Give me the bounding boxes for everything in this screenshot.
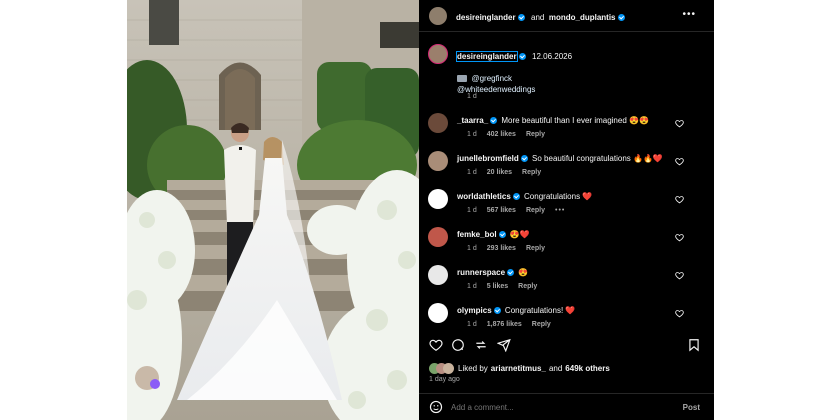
repost-icon[interactable] <box>474 338 488 352</box>
liker-avatars <box>429 362 455 374</box>
comment-avatar[interactable] <box>428 113 448 133</box>
comment-reply-button[interactable]: Reply <box>526 131 545 138</box>
verified-icon <box>518 53 526 60</box>
comment-username[interactable]: femke_bol <box>457 230 497 239</box>
comment-likes[interactable]: 20 likes <box>487 169 512 176</box>
verified-icon <box>493 307 501 314</box>
liked-by-row: Liked by ariarnetitmus_ and 649k others <box>429 362 610 374</box>
comment-username[interactable]: olympics <box>457 306 492 315</box>
post-time-ago: 1 day ago <box>429 376 460 383</box>
caption-avatar[interactable] <box>428 44 448 64</box>
comment-time: 1 d <box>467 207 477 214</box>
comment-like-heart-icon[interactable] <box>675 157 684 166</box>
comment-likes[interactable]: 402 likes <box>487 131 516 138</box>
liked-by-mid: and <box>548 363 563 373</box>
like-heart-icon[interactable] <box>429 338 443 352</box>
wedding-photo <box>127 0 419 420</box>
comment-likes[interactable]: 293 likes <box>487 245 516 252</box>
comment-avatar[interactable] <box>428 303 448 323</box>
comment-time: 1 d <box>467 169 477 176</box>
comment-bubble-icon[interactable] <box>451 338 465 352</box>
comment-text: 😍❤️ <box>509 230 530 239</box>
comment-text: More beautiful than I ever imagined 😍😍 <box>501 116 649 125</box>
share-send-icon[interactable] <box>497 338 511 352</box>
comment-more-icon[interactable]: ••• <box>555 207 565 214</box>
verified-icon <box>507 269 515 276</box>
emoji-icon[interactable] <box>429 400 443 414</box>
caption-date: 12.06.2026 <box>532 52 573 61</box>
liked-by-count[interactable]: 649k others <box>565 364 609 373</box>
comment-text: So beautiful congratulations 🔥🔥❤️ <box>532 154 663 163</box>
comment-avatar[interactable] <box>428 189 448 209</box>
co-authors: desireinglander and mondo_duplantis <box>456 7 627 25</box>
comment-row: junellebromfield So beautiful congratula… <box>428 151 698 185</box>
author1-link[interactable]: desireinglander <box>456 13 516 22</box>
verified-icon <box>498 231 506 238</box>
post-header: desireinglander and mondo_duplantis ••• <box>419 0 714 32</box>
comment-row: _taarra_ More beautiful than I ever imag… <box>428 113 698 147</box>
comment-like-heart-icon[interactable] <box>675 233 684 242</box>
comment-like-heart-icon[interactable] <box>675 195 684 204</box>
more-options-icon[interactable]: ••• <box>682 9 696 20</box>
caption-time: 1 d <box>467 93 477 100</box>
verified-icon <box>517 13 525 21</box>
comment-reply-button[interactable]: Reply <box>526 245 545 252</box>
comment-avatar[interactable] <box>428 151 448 171</box>
comments-panel: desireinglander and mondo_duplantis ••• … <box>419 0 714 420</box>
liked-by-prefix: Liked by <box>458 363 488 373</box>
add-comment-bar: Post <box>419 393 714 420</box>
caption-username[interactable]: desireinglander <box>456 51 518 62</box>
liked-by-user[interactable]: ariarnetitmus_ <box>491 364 546 373</box>
comment-like-heart-icon[interactable] <box>675 119 684 128</box>
comment-reply-button[interactable]: Reply <box>526 207 545 214</box>
comment-avatar[interactable] <box>428 265 448 285</box>
instagram-post-modal: desireinglander and mondo_duplantis ••• … <box>0 0 840 420</box>
comment-time: 1 d <box>467 245 477 252</box>
verified-icon <box>512 193 520 200</box>
comment-text: Congratulations! ❤️ <box>504 306 576 315</box>
comment-text: 😍 <box>518 268 529 277</box>
comment-row: femke_bol 😍❤️ 1 d 293 likes Reply <box>428 227 698 261</box>
comment-reply-button[interactable]: Reply <box>522 169 541 176</box>
comment-likes[interactable]: 1,876 likes <box>487 321 522 328</box>
comment-like-heart-icon[interactable] <box>675 309 684 318</box>
post-comment-button[interactable]: Post <box>683 403 700 412</box>
comment-likes[interactable]: 567 likes <box>487 207 516 214</box>
comment-username[interactable]: runnerspace <box>457 268 505 277</box>
comment-time: 1 d <box>467 321 477 328</box>
save-bookmark-icon[interactable] <box>687 338 701 352</box>
comment-username[interactable]: junellebromfield <box>457 154 519 163</box>
comment-row: olympics Congratulations! ❤️ 1 d 1,876 lik… <box>428 303 698 337</box>
comment-username[interactable]: _taarra_ <box>457 116 488 125</box>
comment-avatar[interactable] <box>428 227 448 247</box>
joiner-text: and <box>531 12 545 22</box>
comment-text: Congratulations ❤️ <box>524 192 593 201</box>
comment-like-heart-icon[interactable] <box>675 271 684 280</box>
add-comment-input[interactable] <box>451 402 651 412</box>
author-avatar[interactable] <box>429 6 447 25</box>
verified-icon <box>617 13 625 21</box>
comment-reply-button[interactable]: Reply <box>518 283 537 290</box>
comment-row: runnerspace 😍 1 d 5 likes Reply <box>428 265 698 299</box>
comment-username[interactable]: worldathletics <box>457 192 511 201</box>
post-photo[interactable] <box>127 0 419 420</box>
verified-icon <box>520 155 528 162</box>
comment-time: 1 d <box>467 131 477 138</box>
post-actions <box>419 333 714 359</box>
comment-row: worldathletics Congratulations ❤️ 1 d 567 … <box>428 189 698 223</box>
author2-link[interactable]: mondo_duplantis <box>549 13 616 22</box>
comment-likes[interactable]: 5 likes <box>487 283 508 290</box>
verified-icon <box>490 117 498 124</box>
comment-reply-button[interactable]: Reply <box>532 321 551 328</box>
comment-time: 1 d <box>467 283 477 290</box>
